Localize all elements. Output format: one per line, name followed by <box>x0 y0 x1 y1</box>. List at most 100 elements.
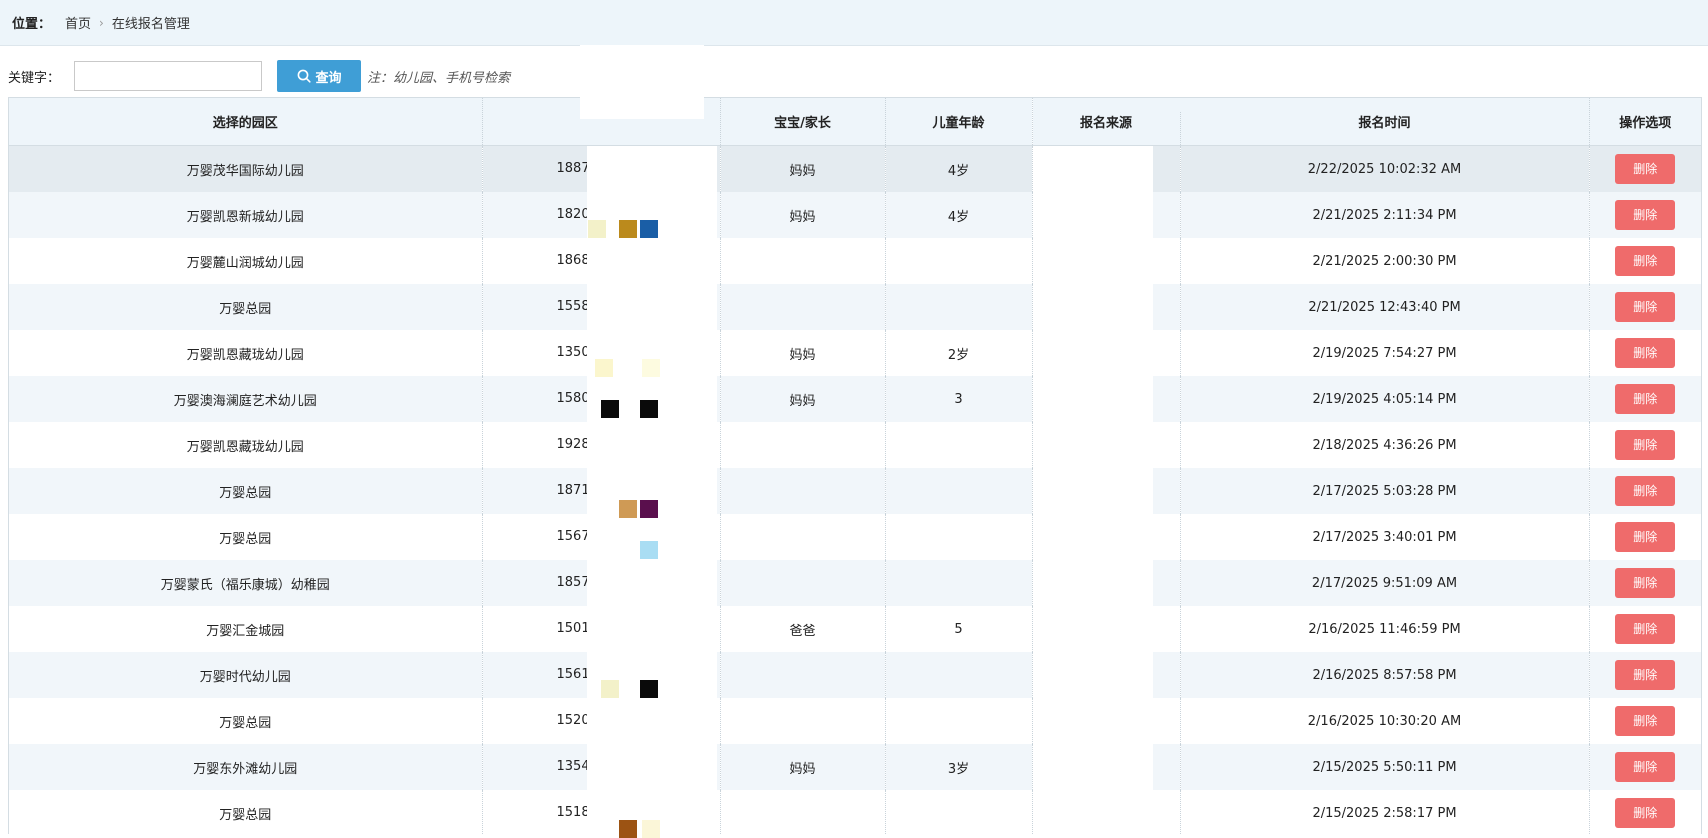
cell-time: 2/16/2025 10:30:20 AM <box>1179 698 1589 744</box>
search-bar: 关键字： 查询 注：幼儿园、手机号检索 <box>0 58 1708 94</box>
cell-actions: 删除 <box>1588 790 1701 834</box>
registration-table: 选择的园区 宝宝/家长 儿童年龄 报名来源 报名时间 操作选项 万婴茂华国际幼儿… <box>8 97 1702 834</box>
cell-campus: 万婴蒙氏（福乐康城）幼稚园 <box>9 560 482 606</box>
chevron-right-icon: › <box>99 15 104 30</box>
cell-campus: 万婴茂华国际幼儿园 <box>9 145 482 192</box>
keyword-input[interactable] <box>74 61 263 91</box>
delete-button[interactable]: 删除 <box>1615 200 1676 230</box>
table-row: 万婴总园 1558 2/21/2025 12:43:40 PM 删除 <box>9 284 1701 330</box>
delete-button[interactable]: 删除 <box>1615 476 1676 506</box>
privacy-mosaic <box>595 359 613 377</box>
cell-campus: 万婴澳海澜庭艺术幼儿园 <box>9 376 482 422</box>
table-row: 万婴凯恩新城幼儿园 1820 妈妈 4岁 2/21/2025 2:11:34 PM 删除 <box>9 192 1701 238</box>
delete-button[interactable]: 删除 <box>1615 430 1676 460</box>
cell-age <box>884 422 1032 468</box>
delete-button[interactable]: 删除 <box>1615 614 1676 644</box>
delete-button[interactable]: 删除 <box>1615 154 1676 184</box>
cell-time: 2/18/2025 4:36:26 PM <box>1179 422 1589 468</box>
delete-button[interactable]: 删除 <box>1615 752 1676 782</box>
cell-time: 2/21/2025 12:43:40 PM <box>1179 284 1589 330</box>
cell-phone: 1558 <box>481 284 720 330</box>
cell-actions: 删除 <box>1588 606 1701 652</box>
cell-phone: 1354 <box>481 744 720 790</box>
cell-actions: 删除 <box>1588 468 1701 514</box>
cell-role <box>719 560 885 606</box>
table-row: 万婴东外滩幼儿园 1354 妈妈 3岁 2/15/2025 5:50:11 PM 删除 <box>9 744 1701 790</box>
cell-role: 妈妈 <box>719 192 885 238</box>
cell-actions: 删除 <box>1588 560 1701 606</box>
privacy-mosaic <box>588 220 606 238</box>
cell-phone: 1501 <box>481 606 720 652</box>
delete-button[interactable]: 删除 <box>1615 292 1676 322</box>
cell-source <box>1031 514 1180 560</box>
cell-role: 妈妈 <box>719 376 885 422</box>
privacy-mosaic <box>642 820 660 838</box>
cell-role <box>719 422 885 468</box>
cell-age: 3 <box>884 376 1032 422</box>
cell-campus: 万婴东外滩幼儿园 <box>9 744 482 790</box>
delete-button[interactable]: 删除 <box>1615 706 1676 736</box>
query-button-label: 查询 <box>315 70 342 86</box>
cell-campus: 万婴总园 <box>9 790 482 834</box>
table-row: 万婴麓山润城幼儿园 1868 2/21/2025 2:00:30 PM 删除 <box>9 238 1701 284</box>
privacy-mosaic <box>642 359 660 377</box>
delete-button[interactable]: 删除 <box>1615 522 1676 552</box>
privacy-mosaic <box>619 820 637 838</box>
cell-actions: 删除 <box>1588 284 1701 330</box>
cell-actions: 删除 <box>1588 192 1701 238</box>
cell-time: 2/17/2025 3:40:01 PM <box>1179 514 1589 560</box>
cell-actions: 删除 <box>1588 238 1701 284</box>
cell-age <box>884 698 1032 744</box>
cell-phone: 1567 <box>481 514 720 560</box>
cell-time: 2/19/2025 4:05:14 PM <box>1179 376 1589 422</box>
cell-actions: 删除 <box>1588 698 1701 744</box>
table-row: 万婴澳海澜庭艺术幼儿园 1580 妈妈 3 2/19/2025 4:05:14 PM 删除 <box>9 376 1701 422</box>
cell-age: 3岁 <box>884 744 1032 790</box>
cell-campus: 万婴总园 <box>9 514 482 560</box>
table-row: 万婴总园 1871 2/17/2025 5:03:28 PM 删除 <box>9 468 1701 514</box>
delete-button[interactable]: 删除 <box>1615 338 1676 368</box>
cell-source <box>1031 698 1180 744</box>
cell-actions: 删除 <box>1588 744 1701 790</box>
delete-button[interactable]: 删除 <box>1615 384 1676 414</box>
cell-source <box>1031 145 1180 192</box>
privacy-mosaic <box>640 220 658 238</box>
cell-time: 2/21/2025 2:00:30 PM <box>1179 238 1589 284</box>
cell-source <box>1031 560 1180 606</box>
cell-phone: 1857 <box>481 560 720 606</box>
breadcrumb-home[interactable]: 首页 <box>65 13 91 32</box>
header-age: 儿童年龄 <box>884 98 1032 146</box>
table-header-row: 选择的园区 宝宝/家长 儿童年龄 报名来源 报名时间 操作选项 <box>9 98 1701 146</box>
cell-role: 爸爸 <box>719 606 885 652</box>
delete-button[interactable]: 删除 <box>1615 798 1676 828</box>
table-row: 万婴总园 1567 2/17/2025 3:40:01 PM 删除 <box>9 514 1701 560</box>
cell-source <box>1031 606 1180 652</box>
cell-actions: 删除 <box>1588 514 1701 560</box>
header-actions: 操作选项 <box>1588 98 1701 146</box>
header-source: 报名来源 <box>1031 98 1181 146</box>
cell-time: 2/17/2025 9:51:09 AM <box>1179 560 1589 606</box>
cell-time: 2/15/2025 5:50:11 PM <box>1179 744 1589 790</box>
privacy-mosaic <box>601 400 619 418</box>
cell-phone: 1887 <box>481 145 720 192</box>
cell-actions: 删除 <box>1588 376 1701 422</box>
cell-age <box>884 790 1032 834</box>
query-button[interactable]: 查询 <box>277 60 362 92</box>
cell-actions: 删除 <box>1588 422 1701 468</box>
privacy-mosaic <box>640 541 658 559</box>
privacy-mask <box>580 45 704 119</box>
cell-campus: 万婴总园 <box>9 468 482 514</box>
delete-button[interactable]: 删除 <box>1615 568 1676 598</box>
table-row: 万婴蒙氏（福乐康城）幼稚园 1857 2/17/2025 9:51:09 AM 删除 <box>9 560 1701 606</box>
cell-campus: 万婴时代幼儿园 <box>9 652 482 698</box>
cell-time: 2/16/2025 8:57:58 PM <box>1179 652 1589 698</box>
cell-source <box>1031 744 1180 790</box>
delete-button[interactable]: 删除 <box>1615 660 1676 690</box>
cell-role: 妈妈 <box>719 145 885 192</box>
location-label: 位置： <box>12 17 52 32</box>
privacy-mosaic <box>640 400 658 418</box>
cell-actions: 删除 <box>1588 330 1701 376</box>
delete-button[interactable]: 删除 <box>1615 246 1676 276</box>
cell-age: 4岁 <box>884 192 1032 238</box>
cell-age <box>884 514 1032 560</box>
